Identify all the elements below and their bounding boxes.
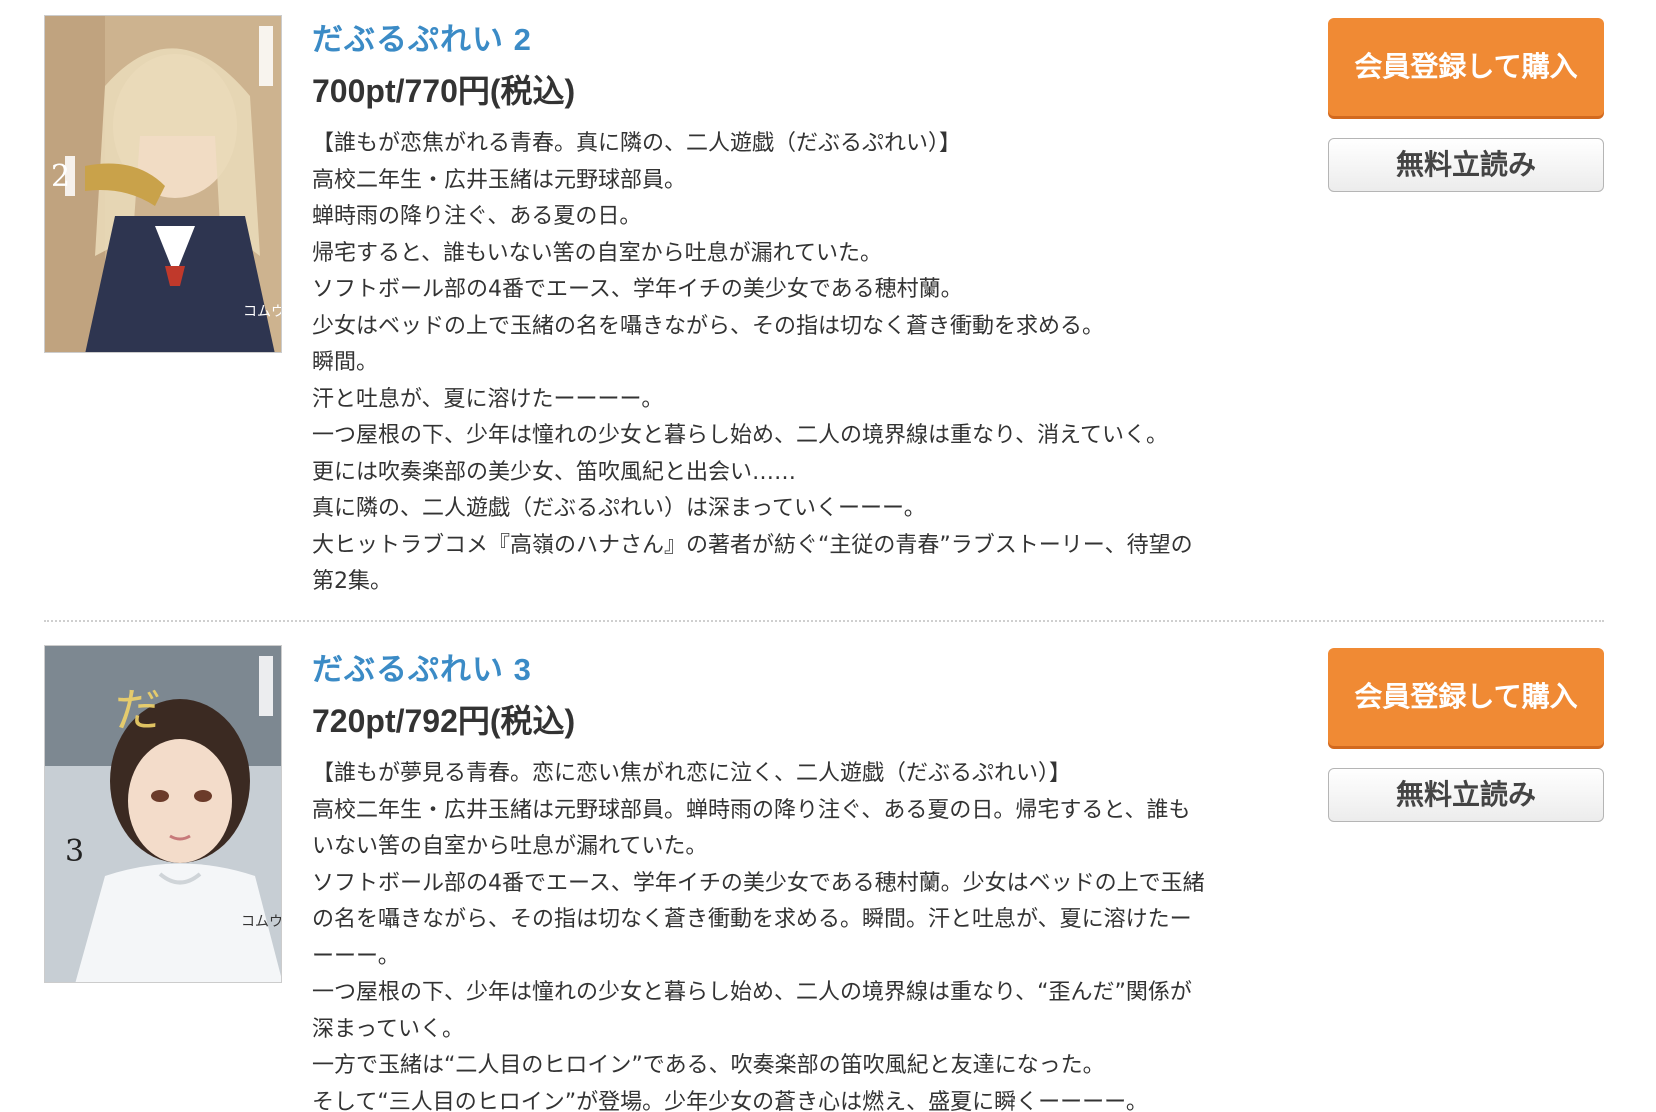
register-and-buy-button[interactable]: 会員登録して購入 <box>1328 18 1604 116</box>
description-line: 高校二年生・広井玉緒は元野球部員。蝉時雨の降り注ぐ、ある夏の日。帰宅すると、誰も <box>312 797 1191 823</box>
description-line: 大ヒットラブコメ『高嶺のハナさん』の著者が紡ぐ“主従の青春”ラブストーリー、待望… <box>312 532 1193 558</box>
svg-text:コムウラジタ: コムウラジタ <box>243 304 282 320</box>
product-description: 【誰もが恋焦がれる青春。真に隣の、二人遊戯（だぶるぷれい）】 高校二年生・広井玉… <box>312 126 1312 601</box>
description-line: 更には吹奏楽部の美少女、笛吹風紀と出会い…… <box>312 459 797 485</box>
description-line: 高校二年生・広井玉緒は元野球部員。 <box>312 167 687 193</box>
description-line: 第2集。 <box>312 569 392 594</box>
description-line: そして“三人目のヒロイン”が登場。少年少女の蒼き心は燃え、盛夏に瞬くーーーー。 <box>312 1089 1148 1112</box>
description-line: ーーー。 <box>312 943 400 969</box>
item-divider <box>44 620 1604 622</box>
product-description: 【誰もが夢見る青春。恋に恋い焦がれ恋に泣く、二人遊戯（だぶるぷれい）】 高校二年… <box>312 756 1312 1112</box>
book-cover-image[interactable]: だ 3 コムウラジタ <box>44 645 282 983</box>
description-line: 帰宅すると、誰もいない筈の自室から吐息が漏れていた。 <box>312 240 883 266</box>
register-and-buy-button[interactable]: 会員登録して購入 <box>1328 648 1604 746</box>
free-preview-button[interactable]: 無料立読み <box>1328 768 1604 822</box>
description-line: 蝉時雨の降り注ぐ、ある夏の日。 <box>312 204 642 229</box>
description-line: 深まっていく。 <box>312 1016 465 1042</box>
product-item: 2 コムウラジタ だぶるぷれい 2 700pt/770円(税込) 【誰もが恋焦が… <box>0 0 1656 612</box>
description-line: 一つ屋根の下、少年は憧れの少女と暮らし始め、二人の境界線は重なり、“歪んだ”関係… <box>312 980 1192 1005</box>
book-cover-image[interactable]: 2 コムウラジタ <box>44 15 282 353</box>
description-line: 一つ屋根の下、少年は憧れの少女と暮らし始め、二人の境界線は重なり、消えていく。 <box>312 423 1169 448</box>
product-item: だ 3 コムウラジタ だぶるぷれい 3 720pt/792円(税込) 【誰もが夢… <box>0 630 1656 1112</box>
description-line: 【誰もが夢見る青春。恋に恋い焦がれ恋に泣く、二人遊戯（だぶるぷれい）】 <box>312 761 1072 786</box>
description-line: ソフトボール部の4番でエース、学年イチの美少女である穂村蘭。 <box>312 277 963 302</box>
free-preview-button[interactable]: 無料立読み <box>1328 138 1604 192</box>
svg-text:だ: だ <box>115 683 161 737</box>
description-line: 真に隣の、二人遊戯（だぶるぷれい）は深まっていくーーー。 <box>312 496 926 521</box>
description-line: 一方で玉緒は“二人目のヒロイン”である、吹奏楽部の笛吹風紀と友達になった。 <box>312 1053 1105 1078</box>
description-line: 【誰もが恋焦がれる青春。真に隣の、二人遊戯（だぶるぷれい）】 <box>312 131 962 156</box>
product-price: 720pt/792円(税込) <box>312 703 576 739</box>
product-title-link[interactable]: だぶるぷれい 3 <box>312 644 532 689</box>
description-line: 汗と吐息が、夏に溶けたーーーー。 <box>312 386 664 412</box>
product-price: 700pt/770円(税込) <box>312 73 576 109</box>
description-line: ソフトボール部の4番でエース、学年イチの美少女である穂村蘭。少女はベッドの上で玉… <box>312 870 1205 896</box>
description-line: いない筈の自室から吐息が漏れていた。 <box>312 834 708 859</box>
svg-text:3: 3 <box>65 834 84 869</box>
description-line: 瞬間。 <box>312 350 379 375</box>
description-line: 少女はベッドの上で玉緒の名を囁きながら、その指は切なく蒼き衝動を求める。 <box>312 313 1105 339</box>
description-line: の名を囁きながら、その指は切なく蒼き衝動を求める。瞬間。汗と吐息が、夏に溶けたー <box>312 907 1192 932</box>
svg-text:コムウラジタ: コムウラジタ <box>241 914 282 930</box>
svg-text:2: 2 <box>51 159 70 194</box>
product-title-link[interactable]: だぶるぷれい 2 <box>312 14 532 59</box>
search-results-page: 2 コムウラジタ だぶるぷれい 2 700pt/770円(税込) 【誰もが恋焦が… <box>0 0 1656 1112</box>
